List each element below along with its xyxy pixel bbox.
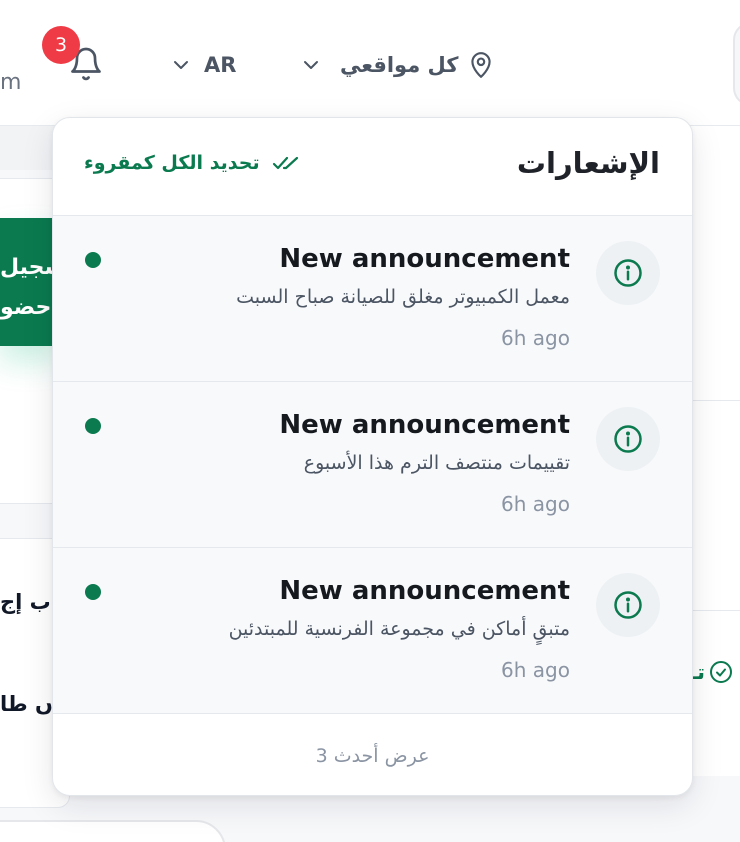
panel-footer: عرض أحدث 3 (53, 714, 692, 795)
notification-body: معمل الكمبيوتر مغلق للصيانة صباح السبت (236, 286, 570, 308)
app-page: m 3 AR كل مواقعي سجيل حضو ب إج ں طا تـ ا… (0, 0, 740, 842)
notification-time: 6h ago (501, 492, 570, 516)
search-input[interactable] (733, 22, 740, 106)
double-check-icon (272, 156, 298, 170)
notifications-button[interactable]: 3 (42, 26, 108, 86)
top-bar: m 3 AR كل مواقعي (0, 0, 740, 126)
unread-indicator (85, 252, 101, 268)
mark-all-read-button[interactable]: تحديد الكل كمقروء (84, 152, 300, 174)
map-pin-icon (471, 52, 492, 78)
notification-body: متبقٍ أماكن في مجموعة الفرنسية للمبتدئين (228, 618, 570, 640)
info-icon (614, 591, 642, 619)
view-latest-link[interactable]: عرض أحدث 3 (316, 745, 430, 767)
unread-indicator (85, 418, 101, 434)
location-filter-label: كل مواقعي (340, 53, 459, 77)
notification-icon (596, 407, 660, 471)
green-card-line-2: حضو (0, 295, 52, 320)
panel-title: الإشعارات (516, 146, 660, 180)
notification-time: 6h ago (501, 658, 570, 682)
background-green-card[interactable]: سجيل حضو (0, 218, 60, 346)
info-icon (614, 259, 642, 287)
notification-icon (596, 241, 660, 305)
notification-body: تقييمات منتصف الترم هذا الأسبوع (303, 452, 570, 474)
notification-time: 6h ago (501, 326, 570, 350)
check-circle-icon (710, 661, 733, 683)
notifications-panel: الإشعارات تحديد الكل كمقروء New announce… (52, 117, 693, 796)
background-list-line: ب إج (0, 590, 51, 614)
chevron-down-icon (174, 61, 188, 69)
background-check-item: تـ (690, 660, 733, 684)
notification-title: New announcement (279, 410, 570, 440)
language-select[interactable]: AR (172, 50, 236, 80)
language-label: AR (204, 53, 237, 77)
background-list-line: ں طا (0, 692, 53, 716)
notification-count-badge: 3 (42, 26, 80, 64)
mark-all-read-label: تحديد الكل كمقروء (84, 152, 260, 174)
info-icon (614, 425, 642, 453)
truncated-header-text: m (0, 70, 22, 95)
notification-title: New announcement (279, 244, 570, 274)
notification-item[interactable]: New announcement تقييمات منتصف الترم هذا… (53, 382, 692, 548)
unread-indicator (85, 584, 101, 600)
background-pill (0, 820, 226, 842)
notification-title: New announcement (279, 576, 570, 606)
green-card-line-1: سجيل (0, 255, 60, 280)
notification-icon (596, 573, 660, 637)
panel-header: الإشعارات تحديد الكل كمقروء (53, 118, 692, 216)
notification-item[interactable]: New announcement معمل الكمبيوتر مغلق للص… (53, 216, 692, 382)
notification-item[interactable]: New announcement متبقٍ أماكن في مجموعة ا… (53, 548, 692, 714)
chevron-down-icon (304, 61, 318, 69)
location-filter-select[interactable]: كل مواقعي (302, 48, 494, 82)
